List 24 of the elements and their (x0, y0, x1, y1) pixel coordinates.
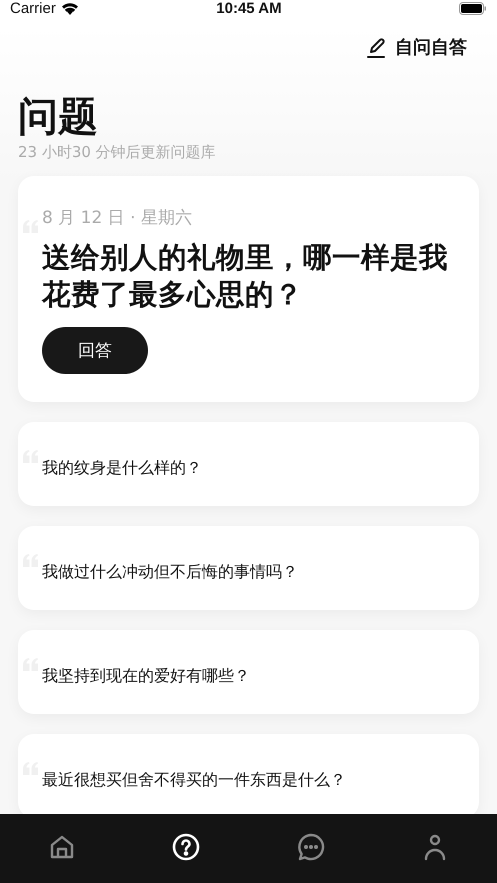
clock-time: 10:45 AM (216, 0, 282, 17)
question-card[interactable]: 最近很想买但舍不得买的一件东西是什么？ (18, 734, 479, 814)
tab-bar-item[interactable] (171, 832, 202, 862)
battery-icon (459, 2, 487, 15)
question-text: 我坚持到现在的爱好有哪些？ (42, 664, 250, 687)
answer-button[interactable]: 回答 (42, 327, 148, 374)
help-icon (172, 833, 200, 861)
question-card[interactable]: 我坚持到现在的爱好有哪些？ (18, 630, 479, 714)
chat-bubble-icon (296, 833, 325, 861)
person-icon (422, 833, 447, 861)
question-card[interactable]: 我做过什么冲动但不后悔的事情吗？ (18, 526, 479, 610)
home-icon (49, 834, 76, 860)
featured-question: 送给别人的礼物里，哪一样是我花费了最多心思的？ (42, 239, 449, 314)
question-card[interactable]: 我的纹身是什么样的？ (18, 422, 479, 506)
question-text: 最近很想买但舍不得买的一件东西是什么？ (42, 768, 346, 791)
question-text: 我的纹身是什么样的？ (42, 456, 202, 479)
update-countdown: 23 小时30 分钟后更新问题库 (18, 143, 217, 162)
question-text: 我做过什么冲动但不后悔的事情吗？ (42, 560, 298, 583)
page-title: 问题 (18, 93, 99, 141)
carrier-label: Carrier (10, 0, 56, 17)
wifi-icon (60, 2, 79, 15)
pencil-icon (367, 36, 387, 58)
question-date: 8 月 12 日 · 星期六 (42, 207, 192, 229)
self-answer-button[interactable]: 自问自答 (367, 35, 479, 59)
